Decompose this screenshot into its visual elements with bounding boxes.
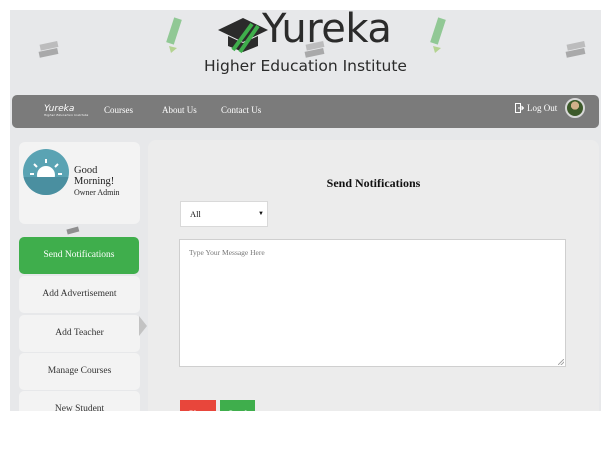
- send-button[interactable]: Send: [220, 400, 255, 411]
- nav-link-contact-us[interactable]: Contact Us: [221, 105, 261, 115]
- message-placeholder: Type Your Message Here: [189, 248, 265, 257]
- books-icon: [66, 226, 80, 235]
- top-navbar: Yureka Higher Education Institute Course…: [12, 95, 599, 128]
- nav-link-courses[interactable]: Courses: [104, 105, 133, 115]
- pencil-icon: [430, 17, 446, 53]
- page-title: Send Notifications: [326, 176, 421, 190]
- brand-subtitle: Higher Education Institute: [204, 57, 407, 75]
- sidebar-item-add-advertisement[interactable]: Add Advertisement: [19, 276, 140, 313]
- recipient-select-value: All: [190, 209, 201, 219]
- nav-logo-tagline: Higher Education Institute: [44, 113, 89, 117]
- sidebar-item-manage-courses[interactable]: Manage Courses: [19, 353, 140, 390]
- app-frame: Yureka Higher Education Institute Yureka…: [10, 10, 601, 411]
- brand-title: Yureka: [262, 10, 392, 52]
- sidebar-item-add-teacher[interactable]: Add Teacher: [19, 315, 140, 352]
- message-textarea[interactable]: Type Your Message Here: [179, 239, 566, 367]
- dropdown-arrow-icon: ▼: [258, 211, 264, 217]
- nav-logo[interactable]: Yureka Higher Education Institute: [44, 104, 88, 117]
- greeting-text: Good Morning!: [74, 165, 115, 187]
- sunrise-avatar-icon: [23, 149, 69, 195]
- user-role: Owner Admin: [74, 188, 120, 197]
- clear-button[interactable]: Clear: [180, 400, 216, 411]
- nav-link-about-us[interactable]: About Us: [162, 105, 197, 115]
- logout-icon: [515, 103, 524, 113]
- sidebar-item-new-student[interactable]: New Student: [19, 391, 140, 411]
- logout-button[interactable]: Log Out: [515, 103, 557, 113]
- send-notifications-panel: Send Notifications All ▼ Type Your Messa…: [148, 140, 599, 411]
- sidebar-collapse-arrow-icon[interactable]: [139, 316, 147, 336]
- logout-label: Log Out: [527, 103, 558, 113]
- sidebar-item-send-notifications[interactable]: Send Notifications: [19, 237, 139, 274]
- pencil-icon: [166, 17, 182, 53]
- site-header: Yureka Higher Education Institute: [10, 10, 601, 94]
- user-avatar[interactable]: [565, 98, 585, 118]
- recipient-select[interactable]: All ▼: [180, 201, 268, 227]
- resize-handle-icon[interactable]: [558, 359, 564, 365]
- profile-card: Good Morning! Owner Admin: [19, 142, 140, 224]
